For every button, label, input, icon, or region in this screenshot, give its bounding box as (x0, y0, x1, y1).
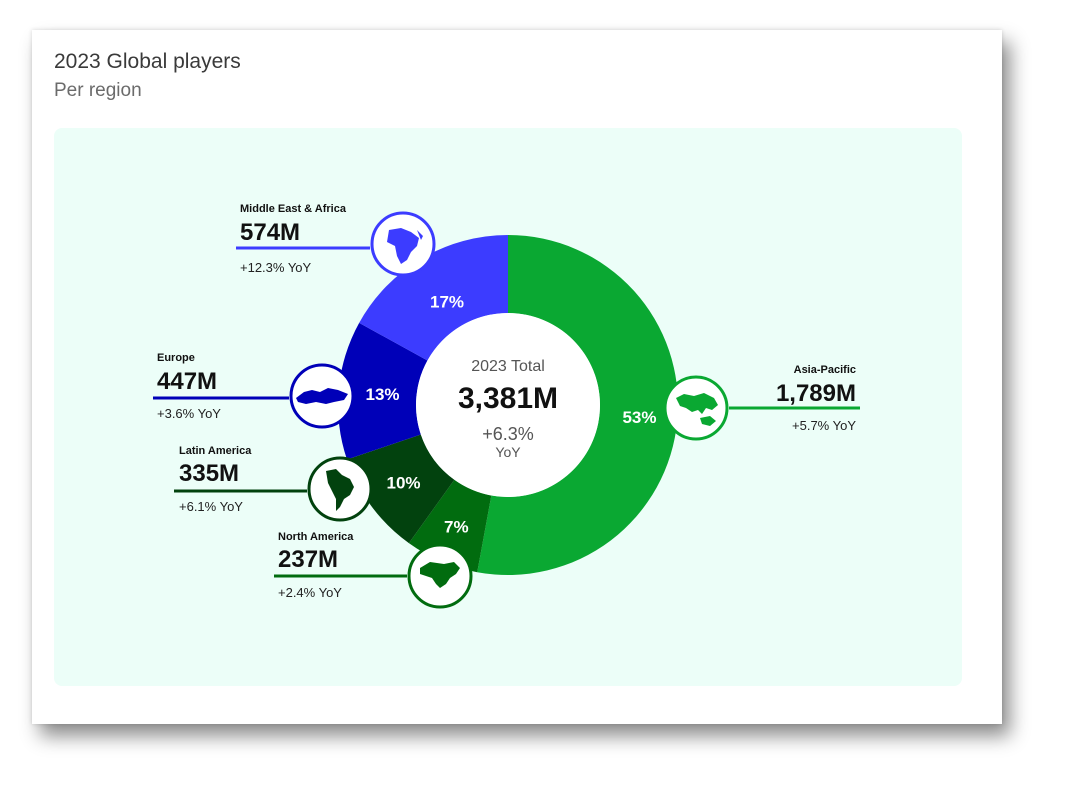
slice-percent-label: 7% (444, 517, 469, 536)
center-total-label: 2023 Total (471, 358, 545, 375)
region-yoy: +3.6% YoY (157, 406, 221, 421)
region-value: 1,789M (776, 380, 856, 407)
region-name: Asia-Pacific (794, 364, 856, 376)
latin-america-map-icon (307, 456, 373, 522)
europe-map-icon (289, 363, 355, 429)
region-value: 574M (240, 219, 300, 246)
slice-percent-label: 53% (622, 408, 656, 427)
region-yoy: +6.1% YoY (179, 499, 243, 514)
slice-percent-label: 13% (365, 385, 399, 404)
slice-percent-label: 10% (386, 473, 420, 492)
donut-chart: 53% 7% 10% 13% 17% 2023 Total 3,381M +6.3%YoY As… (153, 203, 860, 609)
region-name: Latin America (179, 445, 252, 457)
region-yoy: +2.4% YoY (278, 585, 342, 600)
region-name: Europe (157, 352, 195, 364)
region-name: North America (278, 531, 354, 543)
region-yoy: +12.3% YoY (240, 260, 312, 275)
center-total-value: 3,381M (458, 382, 558, 415)
region-yoy: +5.7% YoY (792, 418, 856, 433)
center-yoy-unit: YoY (495, 444, 521, 460)
region-value: 335M (179, 460, 239, 487)
region-value: 237M (278, 546, 338, 573)
center-yoy-change: +6.3% (482, 424, 534, 444)
africa-map-icon (370, 211, 436, 277)
region-name: Middle East & Africa (240, 203, 347, 215)
north-america-map-icon (407, 543, 473, 609)
region-value: 447M (157, 368, 217, 395)
asia-pacific-map-icon (663, 375, 729, 441)
slice-percent-label: 17% (430, 293, 464, 312)
